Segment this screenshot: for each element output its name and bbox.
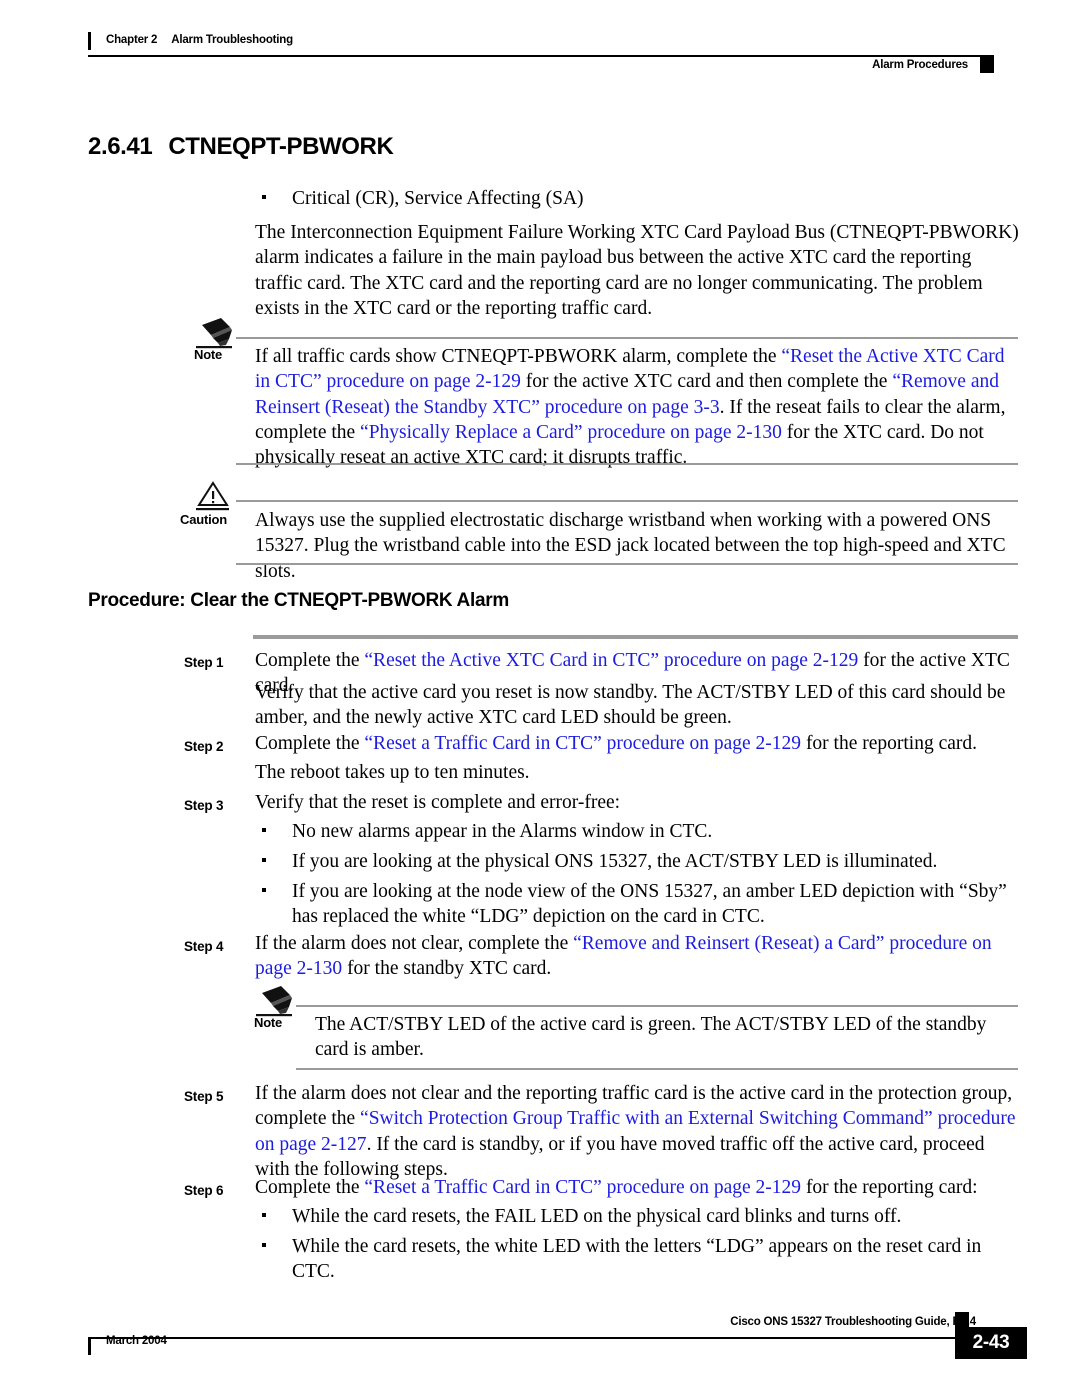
step-text-4: If the alarm does not clear, complete th… (255, 931, 1020, 982)
header-rule (88, 55, 994, 57)
note1-link-3[interactable]: “Physically Replace a Card” procedure on… (360, 422, 782, 443)
note1-pre: If all traffic cards show CTNEQPT-PBWORK… (255, 346, 782, 367)
footer-guide-title: Cisco ONS 15327 Troubleshooting Guide, R… (730, 1316, 976, 1328)
list-item: While the card resets, the FAIL LED on t… (262, 1204, 1012, 1229)
step-label-4: Step 4 (184, 939, 224, 954)
document-page: Chapter 2 Alarm Troubleshooting Alarm Pro… (0, 0, 1080, 1397)
step2-post: for the reporting card. (801, 733, 978, 754)
header-chapter-number: Chapter 2 (106, 34, 158, 46)
caution-label: Caution (180, 512, 227, 527)
bullet-dot-icon (262, 1243, 266, 1247)
step3-bullet-3: If you are looking at the node view of t… (292, 881, 1007, 928)
step4-post: for the standby XTC card. (342, 958, 552, 980)
note2-label: Note (254, 1015, 283, 1030)
step6-bullet-2: While the card resets, the white LED wit… (292, 1236, 982, 1283)
note1-label: Note (194, 347, 223, 362)
page-number-badge: 2-43 (955, 1327, 1027, 1359)
step-label-2: Step 2 (184, 739, 224, 754)
severity-text: Critical (CR), Service Affecting (SA) (292, 188, 584, 209)
footer-left-tick (88, 1337, 91, 1355)
header-chapter: Chapter 2 Alarm Troubleshooting (106, 34, 293, 46)
procedure-rule (253, 635, 1018, 639)
step4-pre: If the alarm does not clear, complete th… (255, 933, 574, 954)
bullet-dot-icon (262, 828, 266, 832)
step-text-5: If the alarm does not clear and the repo… (255, 1081, 1020, 1182)
step-text-3: Verify that the reset is complete and er… (255, 792, 621, 813)
step3-bullet-2: If you are looking at the physical ONS 1… (292, 851, 938, 872)
step2-pre: Complete the (255, 733, 365, 754)
step6-bullet-1: While the card resets, the FAIL LED on t… (292, 1206, 902, 1227)
procedure-heading-prefix: Procedure: (88, 590, 186, 611)
section-title-text: CTNEQPT-PBWORK (168, 133, 394, 160)
footer-date: March 2004 (106, 1335, 167, 1347)
step-label-3: Step 3 (184, 798, 224, 813)
procedure-heading-title: Clear the CTNEQPT-PBWORK Alarm (190, 590, 509, 611)
note1-mid-1: for the active XTC card and then complet… (520, 371, 893, 393)
note2-rule-bottom (296, 1068, 1018, 1070)
header-marker-square (980, 56, 994, 73)
note1-rule-bottom (236, 463, 1018, 465)
step6-post: for the reporting card: (801, 1177, 978, 1198)
header-chapter-title: Alarm Troubleshooting (171, 34, 293, 46)
severity-bullet: Critical (CR), Service Affecting (SA) (262, 186, 1022, 211)
list-item: While the card resets, the white LED wit… (262, 1234, 1012, 1285)
step-text-6: Complete the “Reset a Traffic Card in CT… (255, 1175, 1020, 1200)
step-text-2: Complete the “Reset a Traffic Card in CT… (255, 731, 1020, 756)
note1-rule-top (236, 337, 1018, 339)
note1-text: If all traffic cards show CTNEQPT-PBWORK… (255, 344, 1020, 470)
bullet-dot-icon (262, 195, 266, 199)
caution-rule-bottom (236, 563, 1018, 565)
warning-triangle-icon (196, 481, 229, 511)
bullet-dot-icon (262, 1213, 266, 1217)
step1-pre: Complete the (255, 650, 365, 671)
step6-link[interactable]: “Reset a Traffic Card in CTC” procedure … (364, 1177, 801, 1198)
section-description: The Interconnection Equipment Failure Wo… (255, 222, 1019, 319)
step-followup-1: Verify that the active card you reset is… (255, 682, 1006, 729)
step1-link[interactable]: “Reset the Active XTC Card in CTC” proce… (364, 650, 858, 671)
footer-rule (88, 1337, 968, 1339)
step3-bullet-1: No new alarms appear in the Alarms windo… (292, 821, 713, 842)
note2-rule-top (296, 1005, 1018, 1007)
step-followup-2: The reboot takes up to ten minutes. (255, 762, 530, 783)
bullet-dot-icon (262, 858, 266, 862)
note2-text: The ACT/STBY LED of the active card is g… (315, 1014, 987, 1061)
header-running-head: Alarm Procedures (872, 59, 968, 71)
caution-rule-top (236, 500, 1018, 502)
page-title: 2.6.41 CTNEQPT-PBWORK (88, 133, 394, 161)
header-left-tick (88, 32, 91, 50)
section-number: 2.6.41 (88, 133, 153, 160)
step-label-6: Step 6 (184, 1183, 224, 1198)
step2-link[interactable]: “Reset a Traffic Card in CTC” procedure … (364, 733, 801, 754)
bullet-dot-icon (262, 888, 266, 892)
step6-pre: Complete the (255, 1177, 365, 1198)
step-label-5: Step 5 (184, 1089, 224, 1104)
list-item: No new alarms appear in the Alarms windo… (262, 819, 1012, 844)
list-item: If you are looking at the physical ONS 1… (262, 849, 1012, 874)
running-header: Chapter 2 Alarm Troubleshooting Alarm Pro… (88, 32, 994, 82)
list-item: If you are looking at the node view of t… (262, 879, 1012, 930)
step-label-1: Step 1 (184, 655, 224, 670)
caution-text: Always use the supplied electrostatic di… (255, 510, 1006, 582)
procedure-heading: Procedure: Clear the CTNEQPT-PBWORK Alar… (88, 590, 509, 612)
